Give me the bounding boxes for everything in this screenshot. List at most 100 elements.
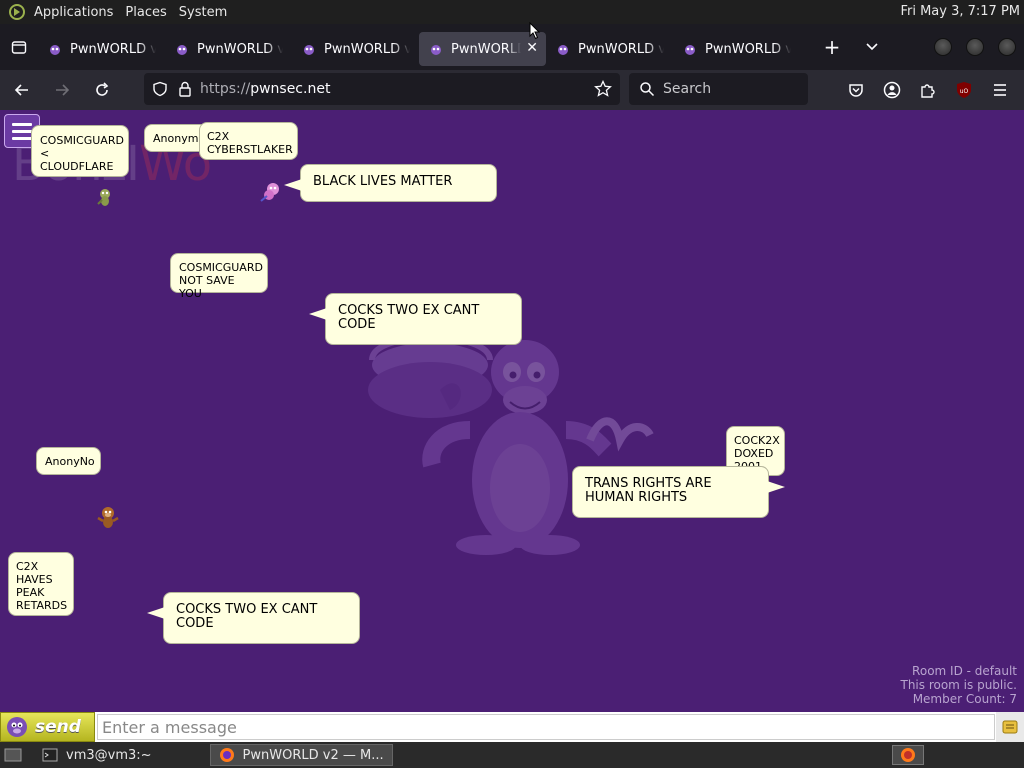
ublock-origin-button[interactable]: uO: [950, 76, 978, 104]
app-menu-button[interactable]: [986, 76, 1014, 104]
close-tab-icon[interactable]: ✕: [526, 40, 538, 56]
bottom-panel: vm3@vm3:~ PwnWORLD v2 — M...: [0, 742, 1024, 768]
taskbar-item-label: vm3@vm3:~: [66, 747, 152, 763]
send-label: send: [35, 717, 81, 737]
shield-icon[interactable]: [152, 81, 168, 97]
arrow-right-icon: [56, 84, 70, 96]
mouse-cursor-icon: [529, 22, 541, 40]
speech-bubble[interactable]: COSMICGUARD NOT SAVE YOU: [170, 253, 268, 300]
chat-bar: send: [0, 712, 1024, 742]
account-icon: [883, 81, 901, 99]
member-count-text: Member Count: 7: [912, 692, 1017, 706]
speech-bubble[interactable]: BLACK LIVES MATTER: [284, 164, 497, 202]
window-controls: [934, 38, 1016, 56]
bonzi-favicon-icon: [177, 45, 187, 55]
menu-line: [12, 122, 32, 126]
navigation-toolbar: https://pwnsec.net Search uO: [0, 70, 1024, 110]
speech-bubble[interactable]: COSMICGUARD < CLOUDFLARE: [31, 125, 129, 177]
minimize-button[interactable]: [934, 38, 952, 56]
extensions-button[interactable]: [914, 76, 942, 104]
speech-bubble[interactable]: COCKS TWO EX CANT CODE: [309, 293, 522, 345]
room-info: Room ID - default This room is public. M…: [900, 664, 1017, 706]
room-public-text: This room is public.: [900, 678, 1017, 692]
reload-icon: [96, 82, 109, 96]
url-text[interactable]: https://pwnsec.net: [200, 81, 330, 97]
bonzi-avatar-pink[interactable]: [258, 180, 284, 204]
applications-menu[interactable]: Applications: [34, 5, 113, 20]
firefox-icon: [219, 748, 234, 762]
menu-line: [12, 129, 32, 133]
terminal-icon: [42, 748, 58, 762]
bonzi-favicon-icon: [558, 45, 568, 55]
bonzi-head-icon: [7, 717, 27, 737]
clock[interactable]: Fri May 3, 7:17 PM: [900, 4, 1020, 19]
browser-tab-active[interactable]: PwnWORLD v2 ✕: [419, 32, 546, 66]
browser-tab[interactable]: PwnWORLD v2: [546, 32, 673, 66]
reload-button[interactable]: [84, 74, 120, 106]
url-bar[interactable]: https://pwnsec.net: [144, 73, 620, 105]
new-tab-button[interactable]: +: [812, 24, 852, 70]
browser-tab[interactable]: PwnWORLD v2: [165, 32, 292, 66]
hamburger-menu-icon: [994, 84, 1006, 96]
workspace-switcher[interactable]: [892, 745, 924, 765]
taskbar-item-label: PwnWORLD v2 — M...: [242, 747, 384, 763]
pocket-button[interactable]: [842, 76, 870, 104]
maximize-button[interactable]: [966, 38, 984, 56]
arrow-left-icon: [14, 84, 28, 96]
top-panel: Applications Places System Fri May 3, 7:…: [0, 0, 1024, 24]
forward-button[interactable]: [44, 74, 80, 106]
speech-bubble[interactable]: C2X HAVES PEAK RETARDS: [8, 552, 74, 616]
search-icon: [640, 82, 655, 97]
speech-bubble[interactable]: C2X CYBERSTLAKER: [199, 122, 298, 160]
speech-bubble[interactable]: COCKS TWO EX CANT CODE: [147, 592, 360, 644]
tab-title: PwnWORLD v2: [578, 41, 664, 57]
browser-tab[interactable]: PwnWORLD v2: [673, 32, 800, 66]
chevron-down-icon: [866, 43, 878, 51]
tab-title: PwnWORLD v2: [705, 41, 791, 57]
bonzi-world-canvas[interactable]: BonzIWo COSMICGUARD < CLOUDFLARE Anonymo…: [0, 110, 1024, 712]
bonzi-favicon-icon: [431, 45, 441, 55]
pocket-icon: [849, 84, 863, 97]
send-button[interactable]: send: [0, 712, 95, 742]
back-button[interactable]: [4, 74, 40, 106]
svg-text:uO: uO: [960, 88, 969, 95]
desktop-icon: [4, 748, 22, 762]
gnome-logo-icon[interactable]: [6, 3, 28, 21]
places-menu[interactable]: Places: [125, 5, 166, 20]
firefox-icon: [901, 748, 915, 762]
speech-bubble[interactable]: TRANS RIGHTS ARE HUMAN RIGHTS: [572, 466, 785, 518]
browser-tab[interactable]: PwnWORLD v2: [292, 32, 419, 66]
tab-title: PwnWORLD v2: [197, 41, 283, 57]
firefox-view-button[interactable]: [0, 24, 38, 70]
tab-bar: PwnWORLD v2 PwnWORLD v2 PwnWORLD v2 PwnW…: [0, 24, 1024, 70]
tab-title: PwnWORLD v2: [70, 41, 156, 57]
search-placeholder: Search: [663, 81, 712, 97]
lock-icon[interactable]: [178, 81, 192, 97]
taskbar-item-firefox[interactable]: PwnWORLD v2 — M...: [209, 744, 393, 766]
browser-tab[interactable]: PwnWORLD v2: [38, 32, 165, 66]
close-window-button[interactable]: [998, 38, 1016, 56]
room-id-text: Room ID - default: [912, 664, 1017, 678]
show-desktop-button[interactable]: [2, 745, 24, 765]
tab-title: PwnWORLD v2: [324, 41, 410, 57]
bonzi-background-watermark: [368, 334, 654, 555]
list-all-tabs-button[interactable]: [852, 24, 892, 70]
bonzi-avatar-brown[interactable]: [94, 504, 122, 532]
ublock-shield-icon: uO: [957, 82, 971, 98]
toolbar-right: uO: [842, 76, 1014, 104]
chat-log-icon: [1002, 720, 1018, 734]
account-button[interactable]: [878, 76, 906, 104]
system-menu[interactable]: System: [179, 5, 227, 20]
bonzi-favicon-icon: [50, 45, 60, 55]
puzzle-piece-icon: [921, 84, 935, 98]
speech-bubble[interactable]: AnonyNo: [36, 447, 101, 475]
bonzi-avatar-green[interactable]: [94, 186, 116, 208]
bonzi-favicon-icon: [304, 45, 314, 55]
message-input[interactable]: [97, 714, 995, 740]
chat-log-button[interactable]: [996, 712, 1024, 742]
search-bar[interactable]: Search: [629, 73, 808, 105]
firefox-view-icon: [11, 41, 27, 54]
star-bookmark-icon[interactable]: [594, 80, 612, 98]
plus-icon: +: [823, 35, 841, 59]
taskbar-item-terminal[interactable]: vm3@vm3:~: [34, 744, 160, 766]
